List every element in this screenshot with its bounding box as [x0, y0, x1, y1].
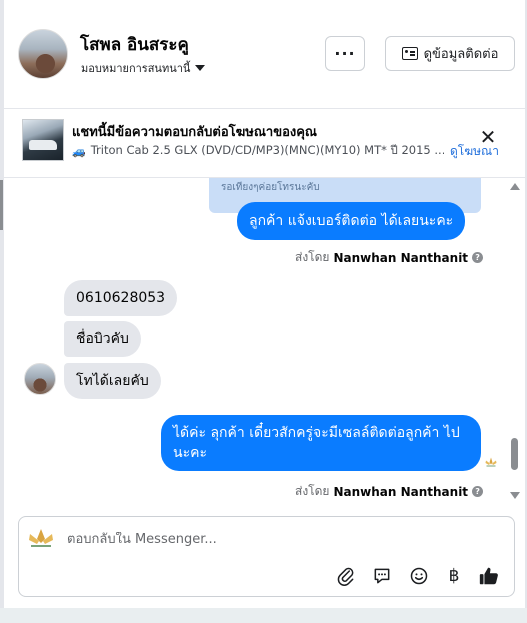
message-bubble-incoming: ชื่อบิวคับ	[64, 321, 141, 357]
resize-handle[interactable]	[0, 180, 3, 230]
sender-name: Nanwhan Nanthanit	[333, 484, 469, 499]
message-thread: รอเทียงๆค่อยโทรนะคับ ลูกค้า แจ้งเบอร์ติด…	[4, 178, 525, 500]
ad-banner-subtitle: 🚙 Triton Cab 2.5 GLX (DVD/CD/MP3)(MNC)(M…	[72, 142, 444, 160]
emoji-icon[interactable]	[408, 565, 430, 587]
message-bubble-outgoing: ได้ค่ะ ลุกค้า เดี๋ยวสักครู่จะมีเซลล์ติดต…	[161, 415, 481, 471]
attach-icon[interactable]	[335, 565, 357, 587]
assign-label: มอบหมายการสนทนานี้	[81, 62, 191, 75]
sent-by-prefix: ส่งโดย	[295, 250, 330, 264]
scrollbar-thumb[interactable]	[511, 438, 518, 470]
sent-by-label: ส่งโดย Nanwhan Nanthanit ?	[295, 482, 484, 500]
contact-avatar-small	[24, 363, 56, 395]
help-icon[interactable]: ?	[472, 252, 484, 263]
car-icon: 🚙	[72, 144, 86, 158]
sent-by-prefix: ส่งโดย	[295, 484, 330, 498]
saved-replies-icon[interactable]	[371, 565, 393, 587]
assign-conversation-dropdown[interactable]: มอบหมายการสนทนานี้	[81, 59, 206, 77]
ad-banner-title: แชทนี้มีข้อความตอบกลับต่อโฆษณาของคุณ	[72, 125, 317, 140]
page-logo-icon	[29, 529, 53, 547]
scroll-up-arrow-icon[interactable]	[510, 183, 520, 190]
sent-by-label: ส่งโดย Nanwhan Nanthanit ?	[295, 248, 484, 267]
view-contact-label: ดูข้อมูลติดต่อ	[423, 47, 499, 62]
ad-subtitle-text: Triton Cab 2.5 GLX (DVD/CD/MP3)(MNC)(MY1…	[90, 143, 444, 157]
contact-name: โสพล อินสระคู	[80, 35, 189, 55]
reply-composer: ฿	[18, 516, 515, 597]
thumbs-up-icon[interactable]	[478, 565, 500, 587]
message-bubble-incoming: โทได้เลยคับ	[64, 363, 161, 399]
message-bubble-incoming: 0610628053	[64, 280, 178, 316]
thread-scrollbar[interactable]	[508, 180, 522, 500]
window-edge-bottom	[0, 608, 527, 623]
view-contact-button[interactable]: ดูข้อมูลติดต่อ	[385, 36, 515, 71]
conversation-header: โสพล อินสระคู มอบหมายการสนทนานี้ ··· ดูข…	[4, 0, 525, 109]
contact-avatar[interactable]	[18, 29, 68, 79]
message-text: รอเทียงๆค่อยโทรนะคับ	[221, 182, 320, 193]
help-icon[interactable]: ?	[472, 486, 484, 497]
caret-down-icon	[195, 65, 206, 71]
more-options-button[interactable]: ···	[325, 36, 365, 71]
page-logo-icon	[485, 457, 497, 467]
payment-baht-icon[interactable]: ฿	[443, 565, 465, 587]
ad-reply-banner: แชทนี้มีข้อความตอบกลับต่อโฆษณาของคุณ 🚙 T…	[4, 109, 525, 178]
ad-thumbnail[interactable]	[22, 119, 64, 161]
close-icon[interactable]: ✕	[478, 127, 498, 147]
id-card-icon	[401, 47, 418, 60]
scroll-down-arrow-icon[interactable]	[510, 492, 520, 499]
reply-input[interactable]	[67, 532, 467, 547]
message-bubble-outgoing: ลูกค้า แจ้งเบอร์ติดต่อ ได้เลยนะคะ	[237, 202, 466, 240]
more-dots-icon: ···	[334, 44, 356, 63]
sender-name: Nanwhan Nanthanit	[333, 250, 469, 265]
